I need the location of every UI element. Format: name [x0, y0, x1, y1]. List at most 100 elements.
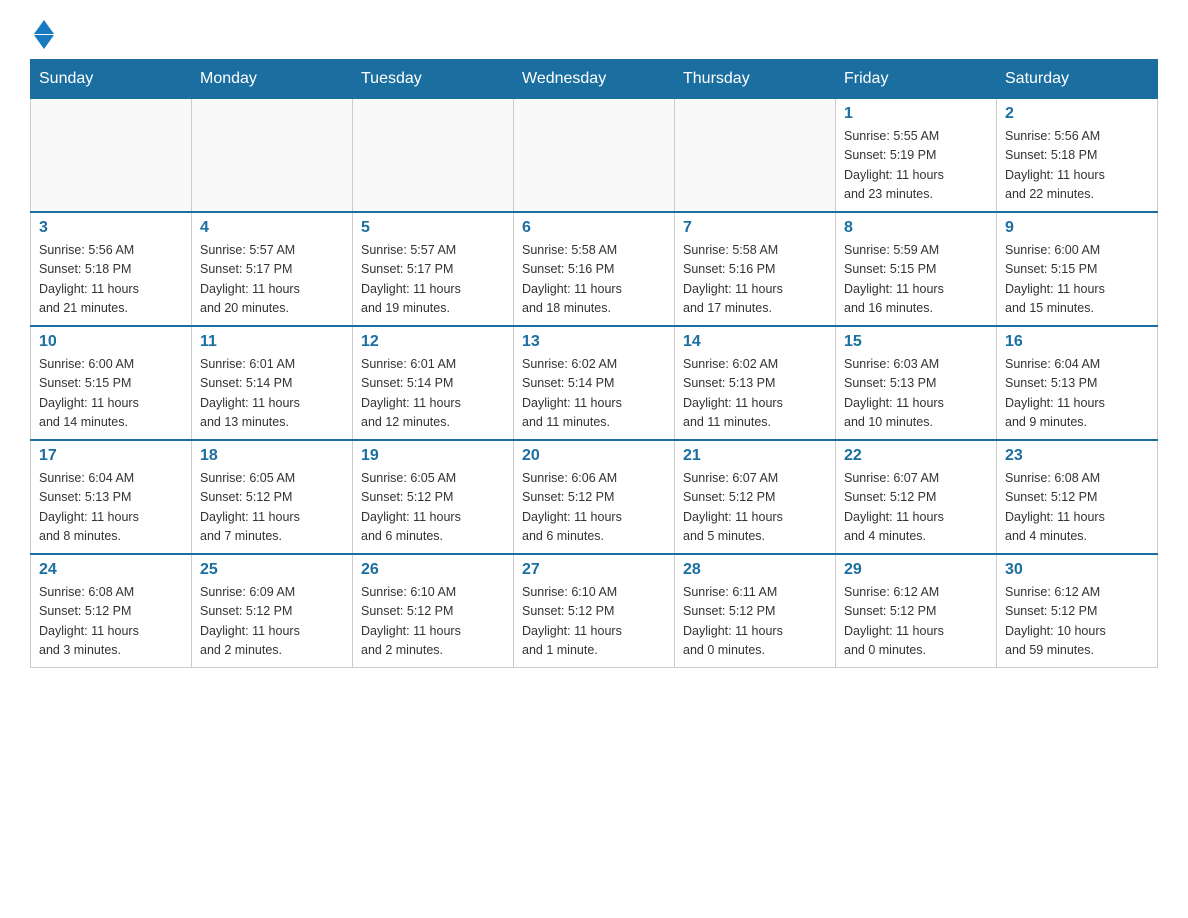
day-detail: Sunrise: 6:10 AM Sunset: 5:12 PM Dayligh… [522, 583, 666, 661]
day-detail: Sunrise: 6:01 AM Sunset: 5:14 PM Dayligh… [200, 355, 344, 433]
calendar-day-cell: 15 Sunrise: 6:03 AM Sunset: 5:13 PM Dayli… [836, 326, 997, 440]
day-detail: Sunrise: 6:04 AM Sunset: 5:13 PM Dayligh… [39, 469, 183, 547]
day-detail: Sunrise: 5:57 AM Sunset: 5:17 PM Dayligh… [200, 241, 344, 319]
calendar-day-cell [192, 99, 353, 213]
logo [30, 20, 54, 49]
calendar-day-cell: 18 Sunrise: 6:05 AM Sunset: 5:12 PM Dayli… [192, 440, 353, 554]
day-number: 30 [1005, 561, 1149, 579]
day-detail: Sunrise: 6:03 AM Sunset: 5:13 PM Dayligh… [844, 355, 988, 433]
day-number: 9 [1005, 219, 1149, 237]
day-number: 14 [683, 333, 827, 351]
calendar-day-cell [514, 99, 675, 213]
day-detail: Sunrise: 6:10 AM Sunset: 5:12 PM Dayligh… [361, 583, 505, 661]
day-detail: Sunrise: 5:58 AM Sunset: 5:16 PM Dayligh… [522, 241, 666, 319]
day-number: 2 [1005, 105, 1149, 123]
day-detail: Sunrise: 5:55 AM Sunset: 5:19 PM Dayligh… [844, 127, 988, 205]
day-detail: Sunrise: 5:57 AM Sunset: 5:17 PM Dayligh… [361, 241, 505, 319]
day-number: 17 [39, 447, 183, 465]
day-detail: Sunrise: 6:07 AM Sunset: 5:12 PM Dayligh… [683, 469, 827, 547]
page-header [30, 20, 1158, 49]
day-detail: Sunrise: 5:56 AM Sunset: 5:18 PM Dayligh… [1005, 127, 1149, 205]
calendar-header-row: SundayMondayTuesdayWednesdayThursdayFrid… [31, 60, 1158, 99]
calendar-table: SundayMondayTuesdayWednesdayThursdayFrid… [30, 59, 1158, 668]
day-of-week-header: Monday [192, 60, 353, 99]
day-number: 23 [1005, 447, 1149, 465]
calendar-day-cell: 11 Sunrise: 6:01 AM Sunset: 5:14 PM Dayli… [192, 326, 353, 440]
day-detail: Sunrise: 6:01 AM Sunset: 5:14 PM Dayligh… [361, 355, 505, 433]
day-number: 4 [200, 219, 344, 237]
calendar-day-cell: 2 Sunrise: 5:56 AM Sunset: 5:18 PM Daylig… [997, 99, 1158, 213]
calendar-week-row: 3 Sunrise: 5:56 AM Sunset: 5:18 PM Daylig… [31, 212, 1158, 326]
calendar-day-cell: 5 Sunrise: 5:57 AM Sunset: 5:17 PM Daylig… [353, 212, 514, 326]
day-number: 20 [522, 447, 666, 465]
calendar-day-cell: 29 Sunrise: 6:12 AM Sunset: 5:12 PM Dayli… [836, 554, 997, 668]
day-number: 10 [39, 333, 183, 351]
day-number: 21 [683, 447, 827, 465]
calendar-day-cell: 27Sunrise: 6:10 AM Sunset: 5:12 PM Dayli… [514, 554, 675, 668]
calendar-day-cell: 20 Sunrise: 6:06 AM Sunset: 5:12 PM Dayli… [514, 440, 675, 554]
day-number: 6 [522, 219, 666, 237]
calendar-week-row: 24 Sunrise: 6:08 AM Sunset: 5:12 PM Dayli… [31, 554, 1158, 668]
calendar-day-cell: 30 Sunrise: 6:12 AM Sunset: 5:12 PM Dayli… [997, 554, 1158, 668]
calendar-week-row: 10Sunrise: 6:00 AM Sunset: 5:15 PM Dayli… [31, 326, 1158, 440]
day-of-week-header: Wednesday [514, 60, 675, 99]
day-detail: Sunrise: 5:58 AM Sunset: 5:16 PM Dayligh… [683, 241, 827, 319]
day-number: 25 [200, 561, 344, 579]
day-number: 11 [200, 333, 344, 351]
day-detail: Sunrise: 6:09 AM Sunset: 5:12 PM Dayligh… [200, 583, 344, 661]
day-number: 13 [522, 333, 666, 351]
day-detail: Sunrise: 6:05 AM Sunset: 5:12 PM Dayligh… [361, 469, 505, 547]
calendar-day-cell: 25 Sunrise: 6:09 AM Sunset: 5:12 PM Dayli… [192, 554, 353, 668]
day-number: 8 [844, 219, 988, 237]
day-detail: Sunrise: 6:11 AM Sunset: 5:12 PM Dayligh… [683, 583, 827, 661]
day-number: 7 [683, 219, 827, 237]
calendar-day-cell: 19 Sunrise: 6:05 AM Sunset: 5:12 PM Dayli… [353, 440, 514, 554]
calendar-day-cell: 21 Sunrise: 6:07 AM Sunset: 5:12 PM Dayli… [675, 440, 836, 554]
day-number: 3 [39, 219, 183, 237]
day-detail: Sunrise: 6:06 AM Sunset: 5:12 PM Dayligh… [522, 469, 666, 547]
day-detail: Sunrise: 6:08 AM Sunset: 5:12 PM Dayligh… [1005, 469, 1149, 547]
calendar-day-cell: 8 Sunrise: 5:59 AM Sunset: 5:15 PM Daylig… [836, 212, 997, 326]
day-detail: Sunrise: 6:02 AM Sunset: 5:14 PM Dayligh… [522, 355, 666, 433]
calendar-day-cell [675, 99, 836, 213]
calendar-day-cell: 28 Sunrise: 6:11 AM Sunset: 5:12 PM Dayli… [675, 554, 836, 668]
day-number: 1 [844, 105, 988, 123]
day-of-week-header: Sunday [31, 60, 192, 99]
calendar-day-cell: 22Sunrise: 6:07 AM Sunset: 5:12 PM Dayli… [836, 440, 997, 554]
calendar-day-cell: 10Sunrise: 6:00 AM Sunset: 5:15 PM Dayli… [31, 326, 192, 440]
day-number: 12 [361, 333, 505, 351]
day-detail: Sunrise: 6:08 AM Sunset: 5:12 PM Dayligh… [39, 583, 183, 661]
calendar-day-cell [31, 99, 192, 213]
day-detail: Sunrise: 5:59 AM Sunset: 5:15 PM Dayligh… [844, 241, 988, 319]
calendar-day-cell: 4 Sunrise: 5:57 AM Sunset: 5:17 PM Daylig… [192, 212, 353, 326]
day-number: 28 [683, 561, 827, 579]
day-detail: Sunrise: 6:12 AM Sunset: 5:12 PM Dayligh… [1005, 583, 1149, 661]
day-detail: Sunrise: 6:12 AM Sunset: 5:12 PM Dayligh… [844, 583, 988, 661]
day-of-week-header: Saturday [997, 60, 1158, 99]
calendar-week-row: 1 Sunrise: 5:55 AM Sunset: 5:19 PM Daylig… [31, 99, 1158, 213]
calendar-day-cell: 12 Sunrise: 6:01 AM Sunset: 5:14 PM Dayli… [353, 326, 514, 440]
calendar-day-cell [353, 99, 514, 213]
day-number: 19 [361, 447, 505, 465]
day-detail: Sunrise: 5:56 AM Sunset: 5:18 PM Dayligh… [39, 241, 183, 319]
day-of-week-header: Tuesday [353, 60, 514, 99]
day-number: 18 [200, 447, 344, 465]
calendar-day-cell: 6 Sunrise: 5:58 AM Sunset: 5:16 PM Daylig… [514, 212, 675, 326]
day-detail: Sunrise: 6:00 AM Sunset: 5:15 PM Dayligh… [1005, 241, 1149, 319]
day-of-week-header: Friday [836, 60, 997, 99]
calendar-day-cell: 24 Sunrise: 6:08 AM Sunset: 5:12 PM Dayli… [31, 554, 192, 668]
day-number: 24 [39, 561, 183, 579]
calendar-day-cell: 1 Sunrise: 5:55 AM Sunset: 5:19 PM Daylig… [836, 99, 997, 213]
day-of-week-header: Thursday [675, 60, 836, 99]
calendar-day-cell: 17 Sunrise: 6:04 AM Sunset: 5:13 PM Dayli… [31, 440, 192, 554]
day-number: 29 [844, 561, 988, 579]
calendar-day-cell: 14 Sunrise: 6:02 AM Sunset: 5:13 PM Dayli… [675, 326, 836, 440]
day-number: 5 [361, 219, 505, 237]
day-number: 16 [1005, 333, 1149, 351]
day-detail: Sunrise: 6:05 AM Sunset: 5:12 PM Dayligh… [200, 469, 344, 547]
calendar-day-cell: 7 Sunrise: 5:58 AM Sunset: 5:16 PM Daylig… [675, 212, 836, 326]
day-number: 15 [844, 333, 988, 351]
day-detail: Sunrise: 6:02 AM Sunset: 5:13 PM Dayligh… [683, 355, 827, 433]
day-detail: Sunrise: 6:04 AM Sunset: 5:13 PM Dayligh… [1005, 355, 1149, 433]
day-number: 22 [844, 447, 988, 465]
